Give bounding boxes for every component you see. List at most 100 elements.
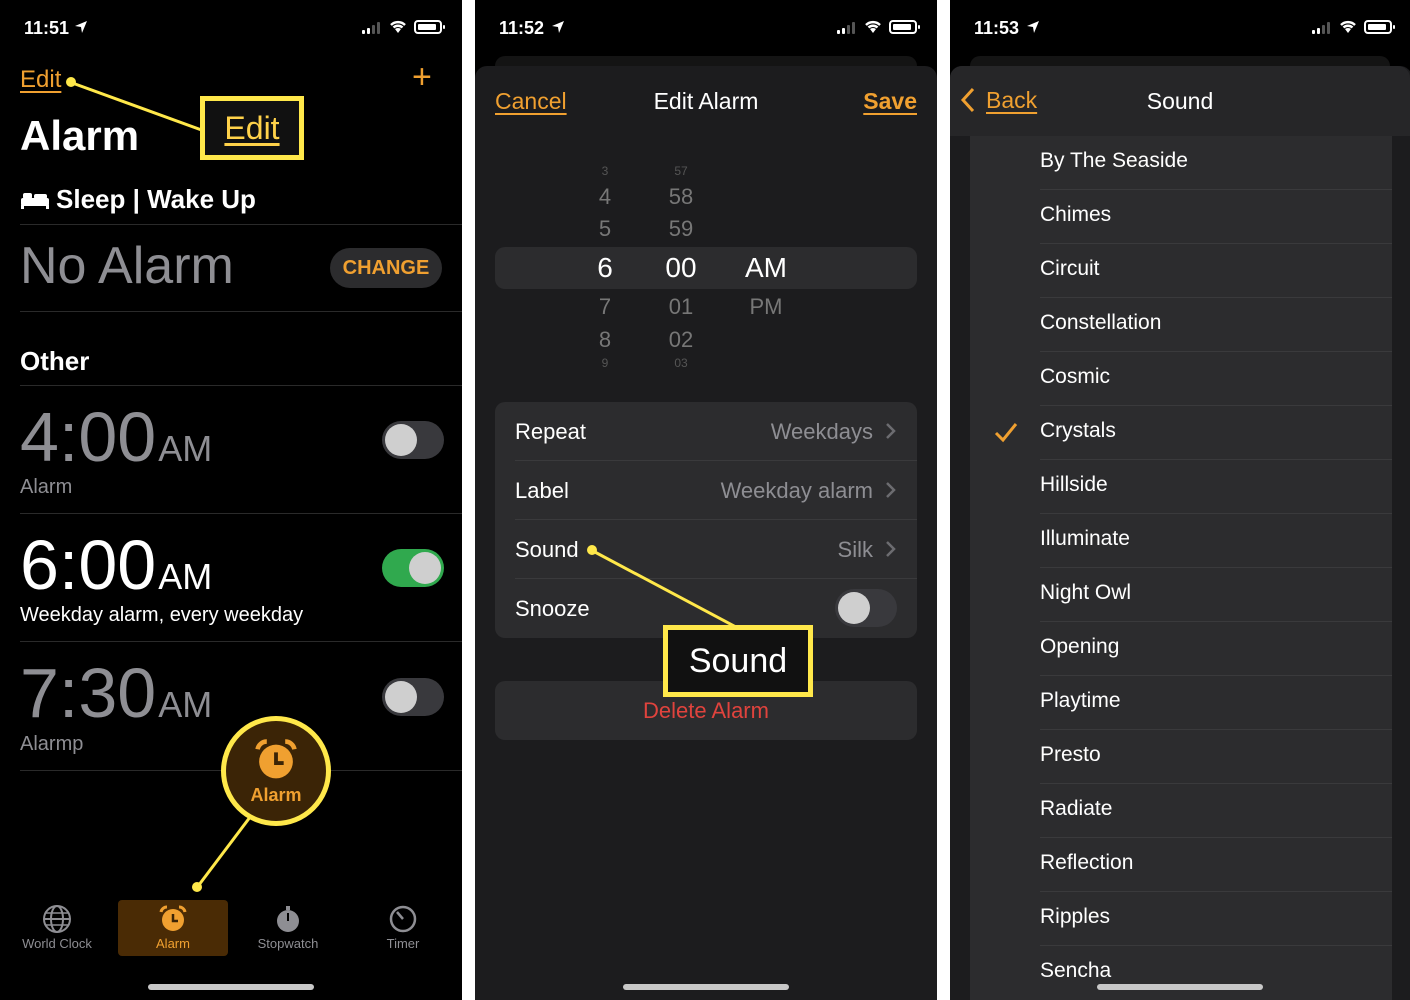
sound-item[interactable]: Playtime [970, 676, 1392, 730]
sound-item[interactable]: By The Seaside [970, 136, 1392, 190]
sound-name: Hillside [1040, 473, 1108, 496]
other-section-header: Other [20, 346, 90, 376]
battery-icon [1364, 20, 1395, 34]
tab-timer[interactable]: Timer [348, 900, 458, 956]
tab-bar: World Clock Alarm Stopwatch Timer [0, 898, 462, 958]
alarm-time: 7:30AM [20, 658, 212, 728]
signal-icon [837, 22, 855, 34]
row-label: Sound [515, 537, 579, 562]
sound-item-selected[interactable]: Crystals [970, 406, 1392, 460]
alarm-toggle[interactable] [382, 549, 444, 587]
sound-item[interactable]: Circuit [970, 244, 1392, 298]
sound-item[interactable]: Reflection [970, 838, 1392, 892]
sound-item[interactable]: Hillside [970, 460, 1392, 514]
change-button[interactable]: CHANGE [330, 248, 442, 288]
alarm-label: Weekday alarm, every weekday [20, 604, 304, 626]
minute-column[interactable]: 57 58 59 00 01 02 03 [655, 150, 707, 382]
sound-name: Circuit [1040, 257, 1100, 280]
tab-alarm[interactable]: Alarm [118, 900, 228, 956]
picker-value-selected: AM [745, 252, 787, 283]
alarm-clock-icon [255, 739, 297, 779]
alarm-toggle[interactable] [382, 421, 444, 459]
sound-item[interactable]: Constellation [970, 298, 1392, 352]
location-arrow-icon [75, 21, 87, 33]
row-label: Snooze [515, 596, 590, 621]
edit-callout-label: Edit [224, 110, 280, 146]
tab-label: Timer [386, 936, 420, 951]
tab-label: Stopwatch [257, 936, 319, 951]
sound-callout: Sound [663, 625, 813, 697]
alarm-toggle[interactable] [382, 678, 444, 716]
status-bar: 11:52 [475, 14, 937, 44]
edit-callout: Edit [200, 96, 304, 160]
edit-button[interactable]: Edit [20, 66, 61, 94]
alarm-time: 6:00AM [20, 530, 212, 600]
sleep-wake-header: Sleep | Wake Up [20, 184, 256, 215]
alarm-time-value: 4:00 [20, 398, 157, 476]
wifi-icon [865, 20, 881, 33]
status-time: 11:53 [974, 18, 1020, 38]
wifi-icon [390, 20, 406, 33]
sound-name: Radiate [1040, 797, 1113, 820]
chevron-right-icon [886, 482, 896, 498]
status-bar: 11:51 [0, 14, 462, 44]
picker-value: 4 [598, 184, 612, 209]
add-alarm-button[interactable]: + [412, 60, 432, 94]
sound-item[interactable]: Radiate [970, 784, 1392, 838]
hour-column[interactable]: 3 4 5 6 7 8 9 [585, 150, 625, 382]
period-column[interactable]: AM PM [731, 150, 801, 382]
sound-item[interactable]: Illuminate [970, 514, 1392, 568]
alarm-list-screen: 11:51 Edit + Alarm Sleep | Wake Up No Al… [0, 0, 462, 1000]
sound-name: Chimes [1040, 203, 1112, 226]
alarm-settings-group: Repeat Weekdays Label Weekday alarm Soun… [495, 402, 917, 638]
bed-icon [21, 192, 49, 209]
row-value: Weekdays [770, 419, 873, 444]
sound-name: Illuminate [1040, 527, 1130, 550]
signal-icon [362, 22, 380, 34]
sound-item[interactable]: Night Owl [970, 568, 1392, 622]
sound-item[interactable]: Chimes [970, 190, 1392, 244]
sound-name: Night Owl [1040, 581, 1132, 604]
picker-value: 59 [668, 216, 694, 241]
sound-item[interactable]: Opening [970, 622, 1392, 676]
label-row[interactable]: Label Weekday alarm [495, 461, 917, 520]
tab-label: Alarm [156, 936, 190, 951]
picker-value: 02 [668, 327, 694, 352]
status-time: 11:52 [499, 18, 545, 38]
signal-icon [1312, 22, 1330, 34]
picker-value: 58 [668, 184, 694, 209]
wifi-icon [1340, 20, 1356, 33]
sound-item[interactable]: Ripples [970, 892, 1392, 946]
picker-value: 01 [668, 294, 694, 319]
tab-world-clock[interactable]: World Clock [2, 900, 112, 956]
picker-value: PM [749, 294, 783, 319]
row-value: Silk [837, 537, 873, 562]
toggle-knob [409, 552, 441, 584]
sound-item[interactable]: Presto [970, 730, 1392, 784]
sound-name: Ripples [1040, 905, 1111, 928]
location-arrow-icon [552, 21, 564, 33]
picker-value: 9 [601, 356, 609, 370]
picker-value: 7 [598, 294, 612, 319]
snooze-toggle[interactable] [835, 589, 897, 627]
page-title: Alarm [20, 112, 140, 159]
home-indicator [1097, 984, 1263, 990]
alarm-ampm: AM [158, 684, 213, 725]
sound-item[interactable]: Cosmic [970, 352, 1392, 406]
picker-value: 8 [598, 327, 612, 352]
time-picker[interactable]: 3 4 5 6 7 8 9 57 58 59 00 01 02 03 AM PM [495, 150, 917, 382]
sound-row[interactable]: Sound Silk [495, 520, 917, 579]
sound-name: Sencha [1040, 959, 1112, 982]
alarm-label: Alarm [20, 476, 73, 498]
sound-name: Reflection [1040, 851, 1134, 874]
save-button[interactable]: Save [863, 88, 917, 115]
sound-picker-screen: 11:53 Back Sound By The Seaside Chimes C… [950, 0, 1410, 1000]
repeat-row[interactable]: Repeat Weekdays [495, 402, 917, 461]
tab-stopwatch[interactable]: Stopwatch [233, 900, 343, 956]
chevron-right-icon [886, 423, 896, 439]
divider [20, 311, 462, 312]
alarm-time-value: 7:30 [20, 654, 157, 732]
sound-item[interactable]: Sencha [970, 946, 1392, 1000]
battery-icon [414, 20, 445, 34]
nav-title: Sound [1146, 88, 1214, 114]
